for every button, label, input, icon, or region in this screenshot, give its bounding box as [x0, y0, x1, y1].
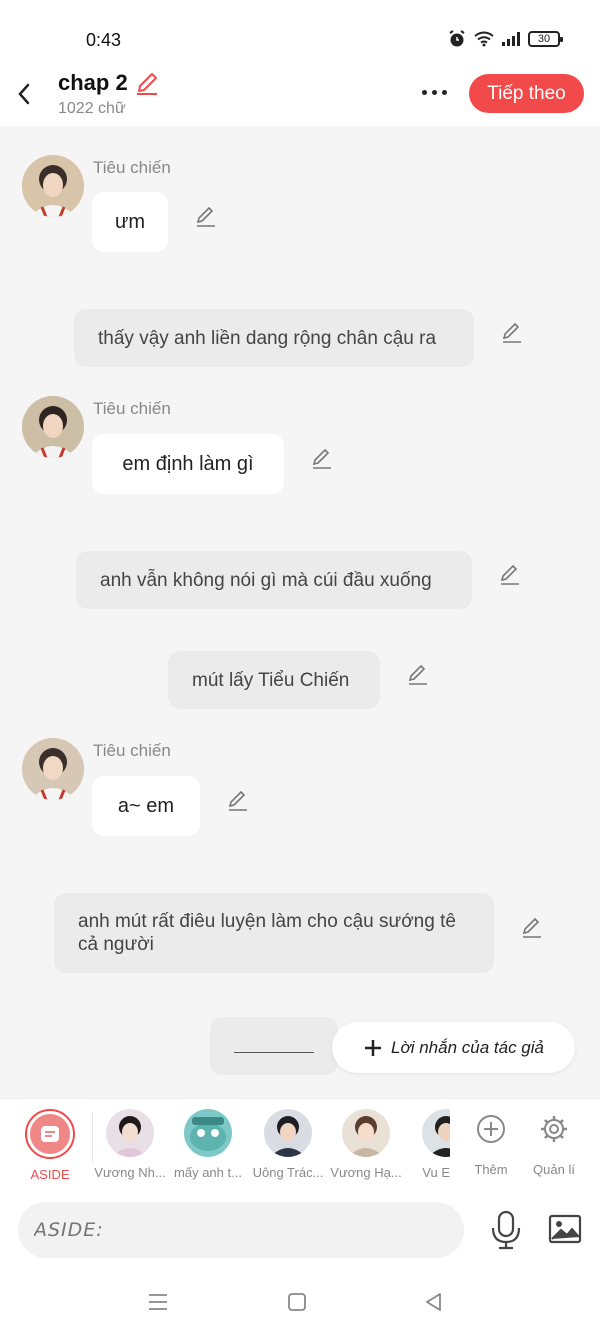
aside-input[interactable] — [18, 1202, 464, 1258]
divider — [92, 1113, 93, 1163]
plus-icon — [365, 1039, 381, 1056]
alarm-icon — [449, 30, 465, 47]
status-time: 0:43 — [86, 30, 122, 50]
back-button[interactable] — [10, 78, 38, 110]
author-note-label: Lời nhắn của tác giả — [391, 1037, 544, 1057]
message-bubble[interactable]: a~ em — [92, 776, 200, 836]
more-icon-dot — [431, 89, 437, 95]
chapter-title[interactable]: chap 2 — [58, 70, 160, 96]
gear-icon — [541, 1116, 567, 1142]
character-item[interactable]: mấy anh t... — [172, 1109, 244, 1180]
character-item[interactable]: Uông Trác... — [252, 1109, 324, 1180]
home-icon[interactable] — [285, 1290, 309, 1314]
header: chap 2 1022 chữ Tiếp theo — [0, 70, 600, 126]
character-avatar — [184, 1109, 232, 1157]
character-name: Vu E — [422, 1165, 450, 1180]
edit-icon[interactable] — [498, 562, 522, 586]
back-icon[interactable] — [422, 1290, 446, 1314]
more-icon — [421, 89, 427, 95]
character-item[interactable]: Vương Hạ... — [330, 1109, 402, 1180]
character-aside[interactable]: ASIDE — [14, 1109, 86, 1182]
system-nav-bar — [0, 1270, 600, 1333]
wifi-icon — [474, 31, 494, 47]
status-icons: 30 — [448, 30, 563, 48]
character-name: Vương Hạ... — [330, 1165, 402, 1180]
title-wrap: chap 2 1022 chữ — [58, 70, 160, 118]
menu-icon[interactable] — [146, 1290, 170, 1314]
character-item[interactable]: Vương Nh... — [94, 1109, 166, 1180]
chat-area[interactable]: Tiêu chiến ưm thấy vậy anh liền dang rộn… — [0, 126, 600, 1098]
add-character-label: Thêm — [474, 1162, 508, 1177]
status-bar: 0:43 30 — [0, 0, 600, 70]
character-name: Vương Nh... — [94, 1165, 166, 1180]
sender-name: Tiêu chiến — [93, 741, 171, 760]
narration-bubble[interactable]: anh vẫn không nói gì mà cúi đầu xuống — [76, 551, 472, 609]
next-chapter-button[interactable]: Tiếp theo — [469, 74, 584, 113]
message-bubble[interactable]: em định làm gì — [92, 434, 284, 494]
edit-icon[interactable] — [310, 446, 334, 470]
blank-line — [234, 1052, 314, 1053]
character-avatar — [422, 1109, 450, 1157]
narration-bubble[interactable]: thấy vậy anh liền dang rộng chân cậu ra — [74, 309, 474, 367]
more-button[interactable] — [414, 80, 454, 104]
character-name: ASIDE — [30, 1167, 70, 1182]
character-avatar — [264, 1109, 312, 1157]
back-arrow-icon — [18, 83, 30, 105]
image-icon[interactable] — [548, 1212, 582, 1246]
edit-icon[interactable] — [406, 662, 430, 686]
narration-bubble[interactable]: mút lấy Tiểu Chiến — [168, 651, 380, 709]
avatar[interactable] — [22, 155, 84, 217]
manage-button[interactable]: Quản lí — [518, 1109, 590, 1177]
character-avatar — [106, 1109, 154, 1157]
edit-icon[interactable] — [520, 915, 544, 939]
character-avatar — [342, 1109, 390, 1157]
edit-icon[interactable] — [500, 320, 524, 344]
pencil-icon[interactable] — [134, 70, 160, 96]
character-name: Uông Trác... — [252, 1165, 324, 1180]
narration-bubble[interactable] — [210, 1017, 338, 1075]
plus-circle-icon — [477, 1115, 505, 1143]
edit-icon[interactable] — [226, 788, 250, 812]
avatar[interactable] — [22, 738, 84, 800]
character-item[interactable]: Vu E — [410, 1109, 450, 1180]
message-bubble[interactable]: ưm — [92, 192, 168, 252]
word-count: 1022 chữ — [58, 100, 126, 117]
narration-bubble[interactable]: anh mút rất điêu luyện làm cho cậu sướng… — [54, 893, 494, 973]
manage-label: Quản lí — [533, 1162, 575, 1177]
mic-icon[interactable] — [490, 1210, 522, 1250]
aside-avatar — [25, 1109, 75, 1159]
battery-icon: 30 — [528, 31, 563, 47]
signal-icon — [502, 32, 520, 46]
add-character-button[interactable]: Thêm — [455, 1109, 527, 1177]
input-bar — [0, 1190, 600, 1270]
chapter-title-text: chap 2 — [58, 70, 128, 95]
edit-icon[interactable] — [194, 204, 218, 228]
author-note-button[interactable]: Lời nhắn của tác giả — [332, 1022, 575, 1073]
aside-icon — [41, 1126, 59, 1142]
avatar[interactable] — [22, 396, 84, 458]
character-bar[interactable]: ASIDE Vương Nh... mấy anh t... Uông Trác… — [0, 1098, 600, 1190]
sender-name: Tiêu chiến — [93, 158, 171, 177]
sender-name: Tiêu chiến — [93, 399, 171, 418]
more-icon-dot — [441, 89, 447, 95]
character-name: mấy anh t... — [174, 1165, 242, 1180]
